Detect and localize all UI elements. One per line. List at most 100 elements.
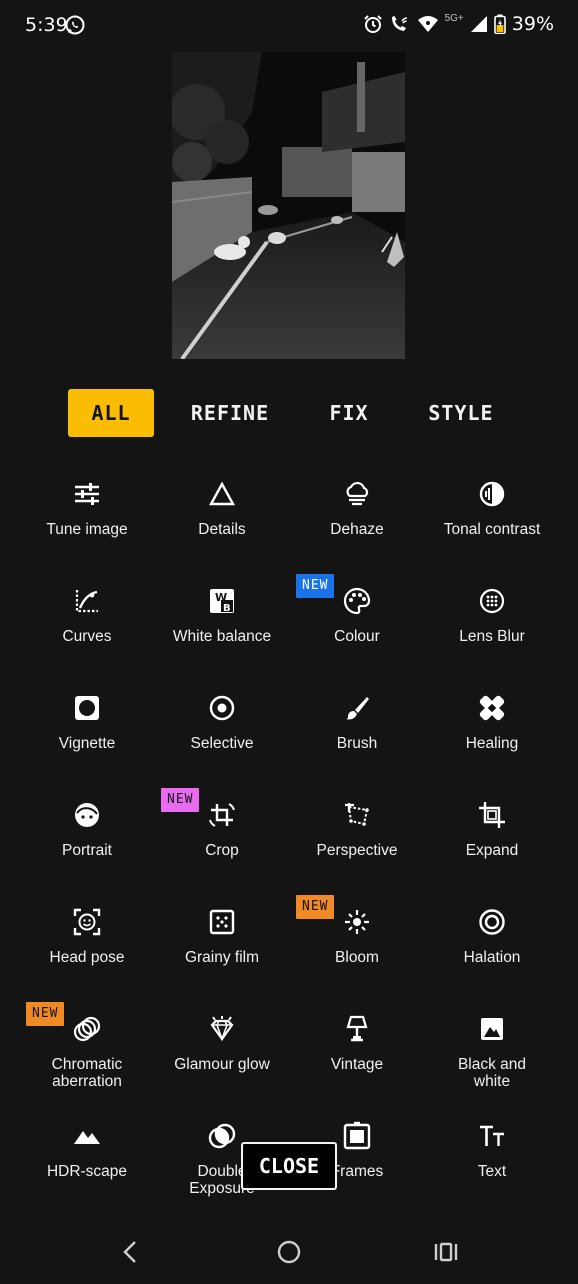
tool-expand[interactable]: Expand [422, 800, 562, 900]
tool-grainy-film[interactable]: Grainy film [152, 907, 292, 1007]
svg-text:B: B [223, 603, 231, 614]
tool-text[interactable]: Text [422, 1121, 562, 1221]
head-pose-icon [72, 907, 102, 937]
recents-icon[interactable] [426, 1234, 466, 1270]
black-white-icon [477, 1014, 507, 1044]
tool-colour[interactable]: Colour [287, 586, 427, 686]
new-badge: NEW [161, 788, 200, 812]
text-icon [477, 1121, 507, 1151]
palette-icon [342, 586, 372, 616]
tool-tune-image[interactable]: Tune image [17, 479, 157, 579]
tab-all[interactable]: ALL [68, 389, 154, 437]
wifi-icon [417, 15, 439, 33]
crop-rotate-icon [207, 800, 237, 830]
tool-label: Vintage [330, 1056, 384, 1073]
tool-label: Colour [334, 628, 380, 645]
tab-fix[interactable]: FIX [320, 389, 378, 437]
battery-icon [493, 14, 506, 34]
tab-refine[interactable]: REFINE [180, 389, 280, 437]
selective-icon [207, 693, 237, 723]
triangle-icon [207, 479, 237, 509]
perspective-icon [342, 800, 372, 830]
status-icons: 5G+ 39% [363, 13, 554, 35]
healing-icon [477, 693, 507, 723]
bloom-icon [342, 907, 372, 937]
tool-label: Tune image [46, 521, 128, 538]
status-time: 5:39 [25, 14, 68, 36]
tool-portrait[interactable]: Portrait [17, 800, 157, 900]
tool-label: Vignette [58, 735, 116, 752]
tool-label: Glamour glow [174, 1056, 270, 1073]
tool-label: Perspective [316, 842, 398, 859]
tool-label: White balance [172, 628, 272, 645]
tool-label: Tonal contrast [443, 521, 541, 538]
tool-white-balance[interactable]: WB White balance [152, 586, 292, 686]
tab-style[interactable]: STYLE [418, 389, 504, 437]
chromatic-aberration-icon [72, 1014, 102, 1044]
signal-icon [470, 15, 488, 33]
frames-icon [342, 1121, 372, 1151]
tool-label: Chromatic aberration [51, 1056, 123, 1090]
tool-head-pose[interactable]: Head pose [17, 907, 157, 1007]
tool-label: Healing [465, 735, 519, 752]
tool-dehaze[interactable]: Dehaze [287, 479, 427, 579]
new-badge: NEW [26, 1002, 65, 1026]
white-balance-icon: WB [207, 586, 237, 616]
tool-hdr-scape[interactable]: HDR-scape [17, 1121, 157, 1221]
tool-crop[interactable]: Crop [152, 800, 292, 900]
tool-bloom[interactable]: Bloom [287, 907, 427, 1007]
back-icon[interactable] [110, 1234, 150, 1270]
tool-healing[interactable]: Healing [422, 693, 562, 793]
tool-label: Lens Blur [459, 628, 525, 645]
tool-glamour-glow[interactable]: Glamour glow [152, 1014, 292, 1114]
tool-label: Bloom [335, 949, 379, 966]
tool-details[interactable]: Details [152, 479, 292, 579]
grainy-film-icon [207, 907, 237, 937]
tool-chromatic-aberration[interactable]: Chromatic aberration [17, 1014, 157, 1114]
tool-vignette[interactable]: Vignette [17, 693, 157, 793]
status-bar: 5:39 5G+ 39% [0, 0, 578, 52]
close-button[interactable]: CLOSE [241, 1142, 337, 1190]
home-icon[interactable] [269, 1234, 309, 1270]
tool-label: Brush [336, 735, 378, 752]
tool-label: HDR-scape [46, 1163, 128, 1180]
tool-label: Selective [190, 735, 254, 752]
tool-label: Grainy film [184, 949, 260, 966]
tool-label: Details [198, 521, 246, 538]
vignette-icon [72, 693, 102, 723]
tool-label: Black and white [457, 1056, 527, 1090]
tool-label: Expand [465, 842, 519, 859]
tool-curves[interactable]: Curves [17, 586, 157, 686]
portrait-icon [72, 800, 102, 830]
tool-brush[interactable]: Brush [287, 693, 427, 793]
tool-label: Curves [62, 628, 112, 645]
new-badge: NEW [296, 895, 335, 919]
expand-icon [477, 800, 507, 830]
double-exposure-icon [207, 1121, 237, 1151]
tool-selective[interactable]: Selective [152, 693, 292, 793]
tool-label: Portrait [62, 842, 112, 859]
tool-label: Text [477, 1163, 507, 1180]
cloud-haze-icon [342, 479, 372, 509]
halation-icon [477, 907, 507, 937]
tool-perspective[interactable]: Perspective [287, 800, 427, 900]
tool-label: Crop [205, 842, 239, 859]
tool-vintage[interactable]: Vintage [287, 1014, 427, 1114]
new-badge: NEW [296, 574, 335, 598]
filter-tabs: ALL REFINE FIX STYLE [0, 389, 578, 437]
lens-blur-icon [477, 586, 507, 616]
photo-preview[interactable] [172, 52, 405, 359]
tool-lens-blur[interactable]: Lens Blur [422, 586, 562, 686]
system-nav-bar [0, 1220, 578, 1284]
tool-halation[interactable]: Halation [422, 907, 562, 1007]
whatsapp-icon [64, 14, 86, 36]
wifi-calling-icon [389, 14, 411, 34]
tool-tonal-contrast[interactable]: Tonal contrast [422, 479, 562, 579]
tool-black-and-white[interactable]: Black and white [422, 1014, 562, 1114]
curves-icon [72, 586, 102, 616]
tonal-contrast-icon [477, 479, 507, 509]
glamour-glow-icon [207, 1014, 237, 1044]
battery-percent: 39% [511, 13, 554, 35]
tool-label: Dehaze [330, 521, 384, 538]
tool-label: Halation [463, 949, 521, 966]
